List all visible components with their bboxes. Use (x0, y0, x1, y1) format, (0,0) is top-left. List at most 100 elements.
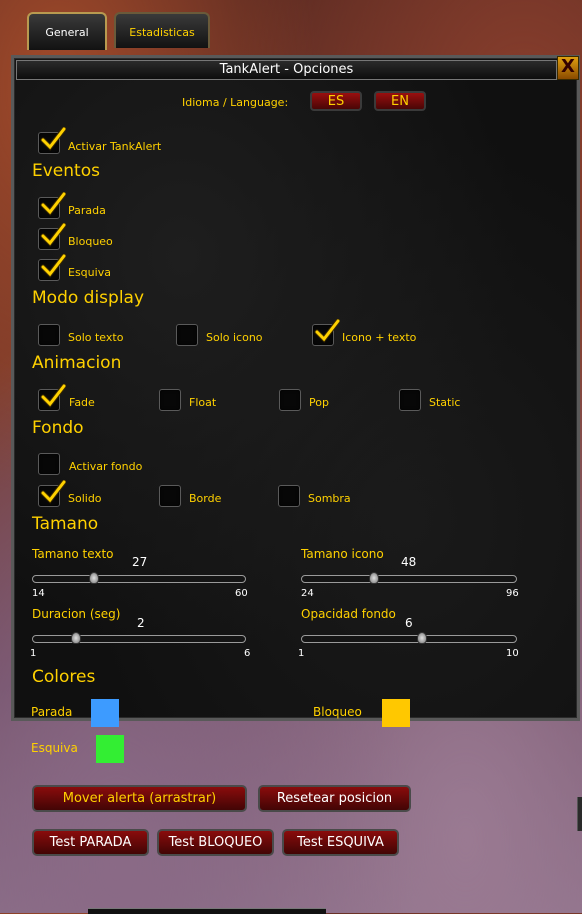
float-checkbox[interactable] (159, 389, 184, 414)
tab-estadisticas[interactable]: Estadisticas (114, 12, 210, 48)
solo-icono-checkbox[interactable] (176, 324, 201, 349)
test-bloqueo-button[interactable]: Test BLOQUEO (157, 829, 274, 856)
esquiva-checkbox[interactable] (38, 253, 67, 284)
test-parada-label: Test PARADA (49, 835, 132, 850)
tamano-texto-value: 27 (132, 555, 148, 569)
checkmark-icon (40, 222, 67, 249)
checkmark-icon (40, 191, 67, 218)
mover-alerta-button[interactable]: Mover alerta (arrastrar) (32, 785, 247, 812)
borde-checkbox[interactable] (159, 485, 184, 510)
tamano-texto-min: 14 (32, 588, 45, 599)
checkmark-icon (40, 479, 67, 506)
opacidad-min: 1 (298, 648, 305, 659)
duracion-min: 1 (30, 648, 37, 659)
tamano-icono-max: 96 (506, 588, 519, 599)
activar-fondo-label: Activar fondo (69, 460, 143, 473)
pop-label: Pop (309, 396, 329, 409)
solido-label: Solido (68, 492, 102, 505)
sombra-checkbox[interactable] (278, 485, 303, 510)
checkmark-icon (314, 318, 341, 345)
checkmark-icon (40, 126, 67, 153)
section-colores: Colores (32, 667, 96, 687)
duracion-value: 2 (137, 616, 145, 630)
tab-general[interactable]: General (27, 12, 107, 50)
tamano-texto-thumb[interactable] (88, 570, 99, 586)
options-window: TankAlert - Opciones X Idioma / Language… (11, 55, 580, 721)
solo-texto-checkbox[interactable] (38, 324, 63, 349)
lang-en-button[interactable]: EN (374, 91, 426, 111)
solo-texto-label: Solo texto (68, 331, 124, 344)
bloqueo-label: Bloqueo (68, 235, 113, 248)
checkbox-box[interactable] (278, 485, 300, 507)
icono-texto-label: Icono + texto (342, 331, 417, 344)
esquiva-color-label: Esquiva (31, 741, 78, 755)
lang-en-label: EN (391, 94, 409, 109)
fade-checkbox[interactable] (38, 383, 67, 414)
duracion-max: 6 (244, 648, 251, 659)
close-icon: X (561, 56, 575, 77)
tamano-icono-thumb[interactable] (368, 570, 380, 586)
tamano-icono-value: 48 (401, 555, 417, 569)
opacidad-label: Opacidad fondo (301, 607, 396, 621)
section-fondo: Fondo (32, 418, 84, 438)
section-tamano: Tamano (32, 514, 99, 534)
test-parada-button[interactable]: Test PARADA (32, 829, 149, 856)
duracion-label: Duracion (seg) (32, 607, 121, 621)
solido-checkbox[interactable] (38, 479, 67, 510)
section-animacion: Animacion (32, 353, 122, 373)
parada-checkbox[interactable] (38, 191, 67, 222)
test-esquiva-button[interactable]: Test ESQUIVA (282, 829, 399, 856)
esquiva-color-swatch[interactable] (96, 735, 124, 763)
borde-label: Borde (189, 492, 222, 505)
tamano-texto-label: Tamano texto (32, 547, 114, 561)
icono-texto-checkbox[interactable] (312, 318, 341, 349)
tamano-texto-slider[interactable] (32, 572, 246, 584)
solo-icono-label: Solo icono (206, 331, 263, 344)
lang-es-label: ES (327, 94, 345, 109)
duracion-slider[interactable] (32, 632, 246, 644)
pop-checkbox[interactable] (279, 389, 304, 414)
scrollbar-fragment[interactable] (577, 797, 582, 831)
static-checkbox[interactable] (399, 389, 424, 414)
parada-label: Parada (68, 204, 106, 217)
tamano-texto-max: 60 (235, 588, 248, 599)
tamano-icono-slider[interactable] (301, 572, 517, 584)
tamano-icono-min: 24 (301, 588, 314, 599)
window-title: TankAlert - Opciones (219, 62, 354, 77)
checkbox-box[interactable] (279, 389, 301, 411)
close-button[interactable]: X (557, 56, 579, 80)
esquiva-label: Esquiva (68, 266, 111, 279)
resetear-posicion-label: Resetear posicion (276, 791, 393, 806)
section-modo-display: Modo display (32, 288, 145, 308)
test-bloqueo-label: Test BLOQUEO (168, 835, 263, 850)
checkbox-box[interactable] (399, 389, 421, 411)
opacidad-max: 10 (506, 648, 519, 659)
duracion-thumb[interactable] (70, 630, 82, 646)
tab-general-label: General (45, 26, 89, 39)
bloqueo-color-swatch[interactable] (382, 699, 410, 727)
activar-fondo-checkbox[interactable] (38, 453, 63, 478)
window-titlebar[interactable]: TankAlert - Opciones (16, 60, 557, 80)
static-label: Static (429, 396, 461, 409)
opacidad-value: 6 (405, 616, 413, 630)
resetear-posicion-button[interactable]: Resetear posicion (258, 785, 411, 812)
checkmark-icon (40, 253, 67, 280)
checkbox-box[interactable] (176, 324, 198, 346)
fade-label: Fade (69, 396, 95, 409)
checkbox-box[interactable] (38, 324, 60, 346)
activate-checkbox[interactable] (38, 126, 67, 157)
parada-color-swatch[interactable] (91, 699, 119, 727)
opacidad-thumb[interactable] (416, 630, 427, 646)
checkbox-box[interactable] (38, 453, 60, 475)
lang-es-button[interactable]: ES (310, 91, 362, 111)
mover-alerta-label: Mover alerta (arrastrar) (62, 791, 217, 806)
test-esquiva-label: Test ESQUIVA (297, 835, 384, 850)
opacidad-slider[interactable] (301, 632, 517, 644)
tamano-icono-label: Tamano icono (301, 547, 384, 561)
checkbox-box[interactable] (159, 389, 181, 411)
checkmark-icon (40, 383, 67, 410)
float-label: Float (189, 396, 217, 409)
checkbox-box[interactable] (159, 485, 181, 507)
language-label: Idioma / Language: (182, 96, 289, 109)
bloqueo-checkbox[interactable] (38, 222, 67, 253)
